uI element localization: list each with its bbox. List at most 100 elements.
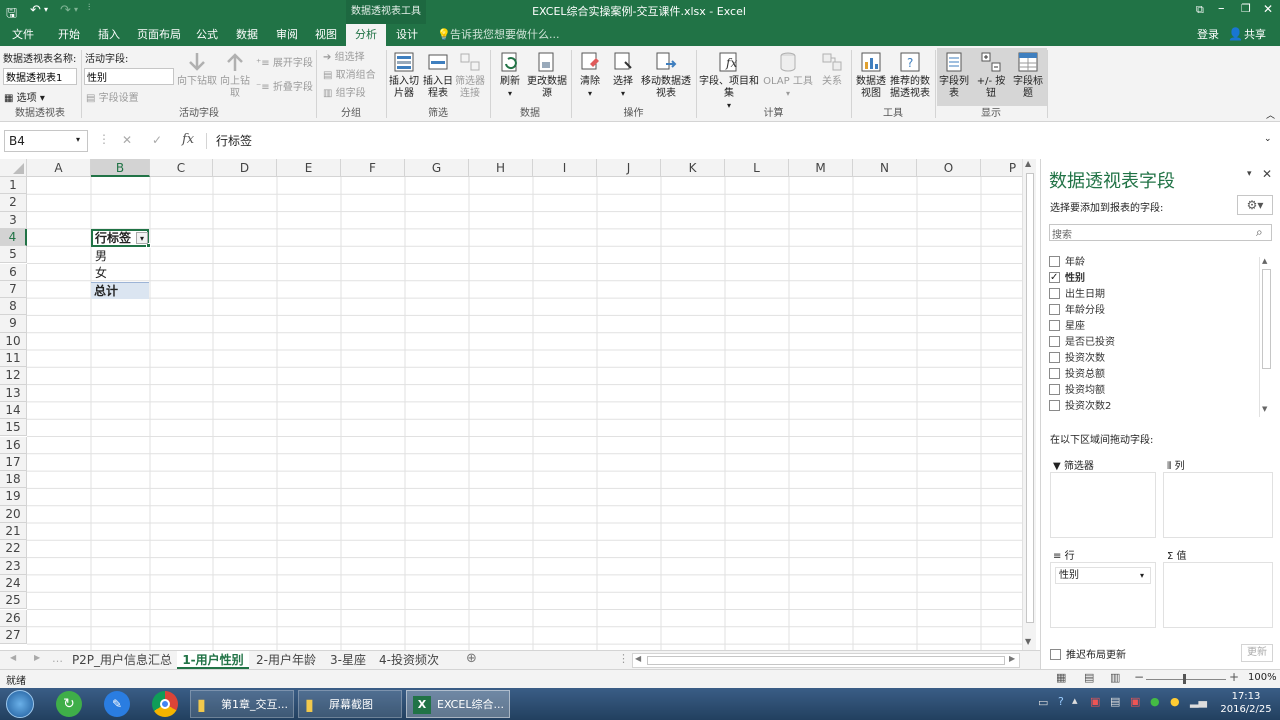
values-drop-area[interactable] xyxy=(1163,562,1273,628)
refresh-button[interactable]: 刷新 ▾ xyxy=(494,50,526,100)
save-icon[interactable]: 🖫 xyxy=(6,4,17,26)
column-header[interactable]: E xyxy=(277,159,341,177)
drill-down-button[interactable]: 向下钻取 xyxy=(176,50,218,88)
row-field-chip[interactable]: 性别 ▾ xyxy=(1055,567,1151,584)
checkbox[interactable] xyxy=(1049,304,1060,315)
taskbar-item-active[interactable]: X EXCEL综合... xyxy=(406,690,510,718)
clear-button[interactable]: 清除 ▾ xyxy=(574,50,606,100)
filter-connections-button[interactable]: 筛选器连接 xyxy=(455,50,485,100)
ribbon-options-icon[interactable]: ⧉ xyxy=(1196,3,1204,17)
column-header[interactable]: J xyxy=(597,159,661,177)
column-header[interactable]: I xyxy=(533,159,597,177)
column-header[interactable]: A xyxy=(27,159,91,177)
filters-drop-area[interactable] xyxy=(1050,472,1156,538)
row-header[interactable]: 13 xyxy=(0,384,27,402)
sheet-tab[interactable]: 3-星座 xyxy=(324,651,372,669)
horizontal-scrollbar[interactable]: ◀ ▶ xyxy=(632,653,1020,668)
scroll-down-icon[interactable]: ▼ xyxy=(1262,405,1267,413)
row-header[interactable]: 14 xyxy=(0,401,27,420)
start-button[interactable] xyxy=(6,690,34,718)
chevron-down-icon[interactable]: ▾ xyxy=(1140,568,1144,583)
collapse-ribbon-icon[interactable]: ︿ xyxy=(1266,108,1275,121)
redo-dropdown-icon[interactable]: ▾ xyxy=(74,5,78,14)
olap-tools-button[interactable]: OLAP 工具 ▾ xyxy=(762,50,814,100)
worksheet-grid[interactable]: ABCDEFGHIJKLMNOP 1 2 3 4 5 6 7 8 9 10 11 12 13 14 15 16… xyxy=(0,159,1022,650)
recommended-pivot-button[interactable]: ? 推荐的数据透视表 xyxy=(888,50,932,100)
field-list-item[interactable]: 性别 xyxy=(1049,270,1085,287)
row-header[interactable]: 22 xyxy=(0,540,27,558)
drill-up-button[interactable]: 向上钻取 xyxy=(218,50,252,100)
row-header[interactable]: 12 xyxy=(0,367,27,385)
checkbox[interactable] xyxy=(1049,288,1060,299)
tab-formulas[interactable]: 公式 xyxy=(190,24,224,46)
field-list-item[interactable]: 投资总额 xyxy=(1049,367,1105,383)
column-header[interactable]: K xyxy=(661,159,725,177)
options-button[interactable]: ▦ 选项 ▾ xyxy=(4,89,45,104)
sheet-tab[interactable]: 4-投资频次 xyxy=(374,651,444,669)
column-header[interactable]: N xyxy=(853,159,917,177)
row-header[interactable]: 24 xyxy=(0,574,27,593)
checkbox[interactable] xyxy=(1049,336,1060,347)
pivot-name-input[interactable] xyxy=(3,68,77,85)
row-header[interactable]: 8 xyxy=(0,298,27,316)
tab-scroll-right-icon[interactable]: ▶ xyxy=(34,653,40,662)
tab-page-layout[interactable]: 页面布局 xyxy=(132,24,186,46)
column-header[interactable]: L xyxy=(725,159,789,177)
row-header[interactable]: 25 xyxy=(0,592,27,610)
column-header[interactable]: M xyxy=(789,159,853,177)
minimize-icon[interactable]: – xyxy=(1218,1,1225,16)
select-all-corner[interactable] xyxy=(0,159,27,177)
pivot-row-labels-header[interactable]: 行标签 xyxy=(92,230,131,247)
restore-icon[interactable]: ❐ xyxy=(1241,2,1251,15)
row-header[interactable]: 5 xyxy=(0,246,27,264)
cancel-icon[interactable]: ✕ xyxy=(122,133,132,147)
checkbox[interactable] xyxy=(1049,256,1060,267)
pivot-grand-total[interactable]: 总计 xyxy=(91,282,149,299)
tab-analyze[interactable]: 分析 xyxy=(346,24,386,46)
column-header[interactable]: H xyxy=(469,159,533,177)
insert-timeline-button[interactable]: 插入日程表 xyxy=(422,50,454,100)
network-icon[interactable]: ▂▄ xyxy=(1190,695,1207,708)
zoom-out-icon[interactable]: − xyxy=(1134,670,1144,684)
close-pane-icon[interactable]: ✕ xyxy=(1262,167,1272,181)
scroll-thumb[interactable] xyxy=(1026,173,1034,623)
row-header[interactable]: 4 xyxy=(0,228,27,247)
customize-qat-icon[interactable]: ⫶ xyxy=(88,3,90,13)
row-header[interactable]: 2 xyxy=(0,194,27,212)
taskbar-item[interactable]: ▮ 屏幕截图 xyxy=(298,690,402,718)
field-list-item[interactable]: 年龄 xyxy=(1049,255,1085,271)
checkbox[interactable] xyxy=(1049,400,1060,411)
checkbox[interactable] xyxy=(1050,649,1061,660)
pivot-item-female[interactable]: 女 xyxy=(92,265,107,282)
field-list-item[interactable]: 投资次数 xyxy=(1049,351,1105,367)
update-button[interactable]: 更新 xyxy=(1241,644,1273,662)
scroll-thumb[interactable] xyxy=(647,656,1005,665)
taskbar-item[interactable]: ▮ 第1章_交互... xyxy=(190,690,294,718)
collapse-field-button[interactable]: ⁻≡ 折叠字段 xyxy=(256,80,313,96)
tab-view[interactable]: 视图 xyxy=(308,24,344,46)
tab-file[interactable]: 文件 xyxy=(4,24,42,46)
scroll-down-icon[interactable]: ▼ xyxy=(1025,637,1031,646)
zoom-in-icon[interactable]: + xyxy=(1229,670,1239,684)
checkbox[interactable] xyxy=(1049,270,1060,286)
plus-minus-buttons-button[interactable]: +/- 按钮 xyxy=(972,50,1010,100)
row-header[interactable]: 10 xyxy=(0,332,27,350)
row-header[interactable]: 17 xyxy=(0,453,27,472)
zoom-slider[interactable] xyxy=(1146,679,1226,680)
row-header[interactable]: 11 xyxy=(0,350,27,368)
row-header[interactable]: 23 xyxy=(0,557,27,575)
chrome-icon[interactable] xyxy=(152,691,178,717)
column-header[interactable]: C xyxy=(150,159,213,177)
row-header[interactable]: 19 xyxy=(0,488,27,506)
tab-home[interactable]: 开始 xyxy=(50,24,88,46)
zoom-level[interactable]: 100% xyxy=(1248,672,1277,683)
expand-field-button[interactable]: ⁺≡ 展开字段 xyxy=(256,56,313,72)
sheet-tab[interactable]: 2-用户年龄 xyxy=(251,651,321,669)
redo-icon[interactable]: ↷ xyxy=(60,3,71,18)
tray-app-icon[interactable]: ● xyxy=(1150,695,1160,708)
insert-slicer-button[interactable]: 插入切片器 xyxy=(388,50,420,100)
scroll-up-icon[interactable]: ▲ xyxy=(1262,257,1267,265)
gear-icon[interactable]: ⚙▾ xyxy=(1237,195,1273,215)
row-header[interactable]: 16 xyxy=(0,436,27,454)
field-list-item[interactable]: 是否已投资 xyxy=(1049,335,1115,351)
